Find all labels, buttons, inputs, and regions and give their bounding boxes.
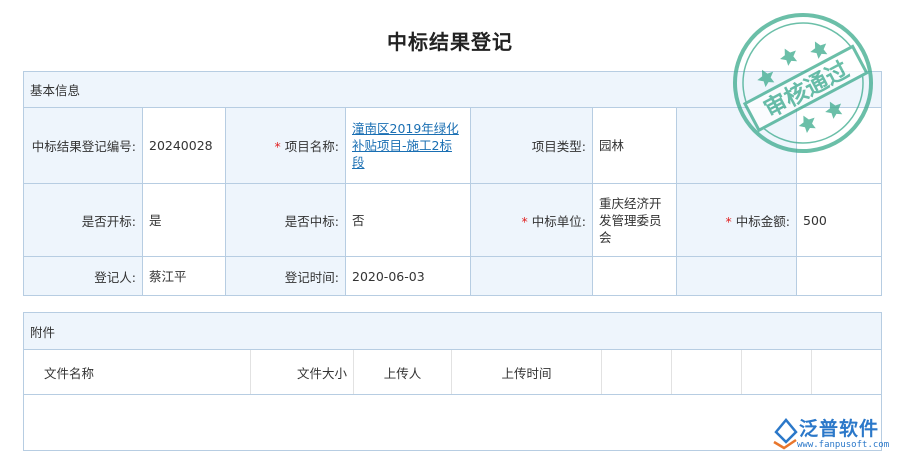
column-empty	[671, 349, 742, 395]
column-empty	[741, 349, 812, 395]
form-row: 登记人: 蔡江平 登记时间: 2020-06-03	[23, 256, 883, 296]
attachment-column-header: 文件名称 文件大小 上传人 上传时间	[23, 349, 883, 395]
attachment-header: 附件	[22, 312, 883, 350]
reg-no-value: 20240028	[142, 107, 226, 184]
win-unit-value: 重庆经济开发管理委员会	[592, 183, 677, 257]
required-mark: *	[274, 139, 281, 154]
brand-mark-icon	[774, 418, 798, 444]
project-type-value: 园林	[592, 107, 677, 184]
reg-time-value: 2020-06-03	[345, 256, 471, 296]
empty-label-cell	[676, 256, 797, 296]
column-file-size: 文件大小	[250, 349, 354, 395]
brand-name: 泛普软件	[799, 418, 880, 440]
empty-value-cell	[795, 107, 883, 184]
column-empty	[601, 349, 672, 395]
reg-no-label: 中标结果登记编号:	[23, 107, 143, 184]
registrant-value: 蔡江平	[142, 256, 226, 296]
required-mark: *	[521, 213, 528, 229]
attachment-empty-row	[22, 394, 883, 451]
page-title: 中标结果登记	[387, 30, 513, 54]
brand-url: www.fanpusoft.com	[797, 440, 890, 450]
reg-time-label: 登记时间:	[225, 256, 346, 296]
project-name-label-cell: * 项目名称:	[225, 107, 346, 184]
basic-info-header: 基本信息	[22, 71, 883, 108]
project-name-link[interactable]: 潼南区2019年绿化补贴项目-施工2标段	[352, 121, 459, 170]
basic-info-title: 基本信息	[22, 71, 883, 108]
is-won-value: 否	[345, 183, 471, 257]
column-uploader: 上传人	[353, 349, 452, 395]
empty-label-cell	[676, 107, 797, 184]
empty-value-cell	[795, 256, 883, 296]
registrant-label: 登记人:	[23, 256, 143, 296]
column-empty	[811, 349, 883, 395]
project-name-cell: 潼南区2019年绿化补贴项目-施工2标段	[345, 107, 471, 184]
empty-label-cell	[470, 256, 593, 296]
is-open-label: 是否开标:	[23, 183, 143, 257]
column-file-name: 文件名称	[23, 349, 251, 395]
required-mark: *	[725, 213, 732, 229]
basic-info-table: 基本信息 中标结果登记编号: 20240028 * 项目名称: 潼南区2019年绿…	[22, 71, 883, 296]
win-amount-label-cell: * 中标金额:	[676, 183, 797, 257]
empty-value-cell	[592, 256, 677, 296]
attachment-empty-area	[22, 394, 883, 451]
project-type-label: 项目类型:	[470, 107, 593, 184]
win-amount-value: 500	[795, 183, 883, 257]
form-row: 中标结果登记编号: 20240028 * 项目名称: 潼南区2019年绿化补贴项目…	[23, 107, 883, 184]
is-won-label: 是否中标:	[225, 183, 346, 257]
win-unit-label-cell: * 中标单位:	[470, 183, 593, 257]
win-amount-label: 中标金额:	[735, 213, 790, 229]
project-name-label: 项目名称:	[284, 139, 339, 154]
attachment-table: 附件 文件名称 文件大小 上传人 上传时间	[22, 312, 883, 451]
form-row: 是否开标: 是 是否中标: 否 * 中标单位: 重庆经济开发管理委员会 * 中标金额…	[23, 183, 883, 257]
column-upload-time: 上传时间	[451, 349, 602, 395]
win-unit-label: 中标单位:	[531, 213, 586, 229]
attachment-title: 附件	[22, 312, 883, 350]
is-open-value: 是	[142, 183, 226, 257]
